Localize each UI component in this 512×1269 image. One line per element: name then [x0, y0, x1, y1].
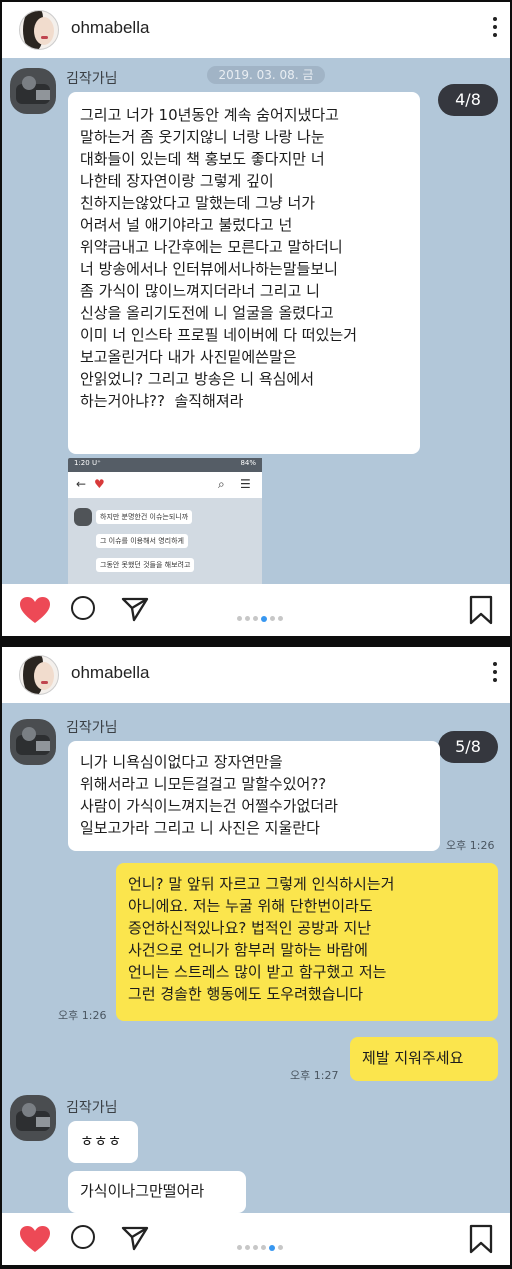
share-icon[interactable] [121, 596, 149, 622]
bookmark-icon[interactable] [469, 1224, 493, 1254]
menu-icon: ☰ [240, 477, 251, 491]
post-header: ohmabella [2, 2, 510, 58]
back-arrow-icon: ← [76, 477, 87, 491]
chat-screenshot: 2019. 03. 08. 금 김작가님 4/8 그리고 너가 10년동안 계속… [2, 58, 510, 586]
message-bubble: 니가 니욕심이없다고 장자연만을 위해서라고 니모든걸걸고 말할수있어?? 사람… [68, 741, 440, 851]
action-bar [2, 1213, 510, 1265]
search-icon: ⌕ [218, 477, 225, 491]
embedded-status-time: 1:20 U⁺ [74, 459, 101, 467]
message-bubble: 가식이나그만떨어라 [68, 1171, 246, 1213]
username[interactable]: ohmabella [71, 663, 149, 683]
message-time: 오후 1:26 [446, 839, 495, 852]
share-icon[interactable] [121, 1225, 149, 1251]
carousel-dots [237, 608, 286, 622]
image-counter: 4/8 [438, 84, 498, 116]
message-time: 오후 1:27 [290, 1069, 339, 1082]
heart-icon[interactable] [19, 596, 51, 624]
more-icon[interactable] [490, 662, 500, 686]
embedded-status-battery: 84% [240, 459, 256, 467]
post-header: ohmabella [2, 647, 510, 703]
heart-icon[interactable] [19, 1225, 51, 1253]
sender-name: 김작가님 [66, 1100, 118, 1116]
embedded-bubble: 하지만 분명한건 이슈는되니까 [96, 510, 193, 524]
instagram-post-1: ohmabella 2019. 03. 08. 금 김작가님 4/8 그리고 너… [2, 2, 510, 636]
carousel-dots [237, 1237, 286, 1251]
chat-screenshot: 김작가님 5/8 니가 니욕심이없다고 장자연만을 위해서라고 니모든걸걸고 말… [2, 703, 510, 1213]
heart-small-icon: ♥ [94, 477, 105, 491]
bookmark-icon[interactable] [469, 595, 493, 625]
username[interactable]: ohmabella [71, 18, 149, 38]
sender-name: 김작가님 [66, 71, 118, 87]
sender-avatar [10, 719, 56, 765]
my-message-bubble: 언니? 말 앞뒤 자르고 그렇게 인식하시는거 아니에요. 저는 누굴 위해 단… [116, 863, 498, 1021]
comment-icon[interactable] [71, 1225, 95, 1249]
sender-avatar [10, 68, 56, 114]
message-bubble: ㅎㅎㅎ [68, 1121, 138, 1163]
embedded-status-bar: 1:20 U⁺ 84% [68, 458, 262, 472]
my-message-bubble: 제발 지워주세요 [350, 1037, 498, 1081]
date-pill: 2019. 03. 08. 금 [207, 66, 325, 84]
profile-avatar[interactable] [19, 655, 59, 695]
action-bar [2, 584, 510, 636]
embedded-bubble: 그 이슈를 이용해서 영리하게 [96, 534, 188, 548]
more-icon[interactable] [490, 17, 500, 41]
embedded-screenshot: 1:20 U⁺ 84% ← ♥ ⌕ ☰ 하지만 분명한건 이슈는되니까 그 이슈… [68, 458, 262, 586]
image-counter: 5/8 [438, 731, 498, 763]
instagram-post-2: ohmabella 김작가님 5/8 니가 니욕심이없다고 장자연만을 위해서라… [2, 647, 510, 1265]
embedded-bubble: 그동안 못했던 것들을 해보려고 [96, 558, 195, 572]
sender-name: 김작가님 [66, 720, 118, 736]
embedded-toolbar: ← ♥ ⌕ ☰ [68, 472, 262, 498]
embedded-avatar [74, 508, 92, 526]
comment-icon[interactable] [71, 596, 95, 620]
message-time: 오후 1:26 [58, 1009, 107, 1022]
profile-avatar[interactable] [19, 10, 59, 50]
message-bubble: 그리고 너가 10년동안 계속 숨어지냈다고 말하는거 좀 웃기지않니 너랑 나… [68, 92, 420, 454]
sender-avatar [10, 1095, 56, 1141]
